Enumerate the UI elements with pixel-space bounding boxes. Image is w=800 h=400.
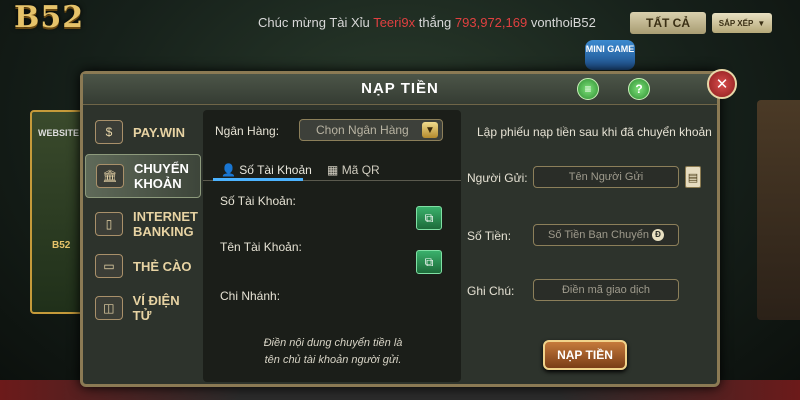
- winner-ticker: Chúc mừng Tài Xỉu Teeri9x thắng 793,972,…: [258, 15, 596, 30]
- deposit-modal: NẠP TIỀN ≡ ? ✕ $ PAY.WIN 🏛 CHUYỂN KHOẢN …: [80, 69, 737, 387]
- sidebar-item-label: INTERNET BANKING: [133, 209, 198, 239]
- note-input[interactable]: Điền mã giao dịch: [533, 279, 679, 301]
- transfer-note-line2: tên chủ tài khoản người gửi.: [264, 354, 402, 366]
- ticker-amount: 793,972,169: [454, 15, 528, 30]
- ticker-user: Teeri9x: [373, 15, 416, 30]
- tab-label: Mã QR: [341, 163, 380, 177]
- e-wallet-icon: ◫: [95, 296, 123, 320]
- bank-icon: 🏛: [96, 164, 124, 188]
- tab-label: Số Tài Khoản: [239, 163, 312, 177]
- qr-icon: ▦: [327, 163, 339, 177]
- game-tile-left: WEBSITE B52: [30, 110, 84, 314]
- phone-icon: ▯: [95, 212, 123, 236]
- copy-account-number-button[interactable]: ⧉: [416, 206, 442, 230]
- card-icon: ▭: [95, 254, 123, 278]
- filter-all-button[interactable]: TẤT CẢ: [630, 12, 706, 34]
- chevron-down-icon: ▼: [757, 18, 766, 28]
- note-input-placeholder: Điền mã giao dịch: [561, 284, 651, 296]
- sidebar-item-label: PAY.WIN: [133, 124, 186, 140]
- modal-header: NẠP TIỀN ≡ ?: [83, 74, 717, 105]
- clipboard-icon[interactable]: ▤: [685, 166, 701, 188]
- mini-game-button[interactable]: MINI GAME: [585, 40, 635, 70]
- submit-label: NẠP TIỀN: [557, 348, 613, 362]
- sidebar-item-the-cao[interactable]: ▭ THẺ CÀO: [85, 246, 201, 286]
- bank-label: Ngân Hàng:: [215, 124, 280, 138]
- note-label: Ghi Chú:: [467, 284, 515, 298]
- account-name-label: Tên Tài Khoản:: [220, 240, 302, 254]
- sender-input[interactable]: Tên Người Gửi: [533, 166, 679, 188]
- user-icon: 👤: [221, 163, 236, 177]
- sidebar-item-label: CHUYỂN KHOẢN: [134, 161, 189, 191]
- game-tile-right: [757, 100, 800, 320]
- tab-so-tai-khoan[interactable]: 👤 Số Tài Khoản: [221, 163, 312, 177]
- tile-website-label: WEBSITE: [38, 128, 80, 138]
- help-icon[interactable]: ?: [628, 78, 650, 100]
- close-icon: ✕: [715, 76, 729, 93]
- account-number-label: Số Tài Khoản:: [220, 194, 296, 208]
- sidebar-item-vi-dien-tu[interactable]: ◫ VÍ ĐIỆN TỬ: [85, 288, 201, 328]
- sender-input-placeholder: Tên Người Gửi: [568, 171, 644, 183]
- bank-select-value: Chọn Ngân Hàng: [316, 123, 409, 137]
- sidebar-item-internet-banking[interactable]: ▯ INTERNET BANKING: [85, 202, 201, 246]
- list-icon[interactable]: ≡: [577, 78, 599, 100]
- ticker-user2: vonthoiB52: [530, 15, 596, 30]
- amount-label: Số Tiền:: [467, 229, 512, 243]
- transfer-note: Điền nội dung chuyển tiền là tên chủ tài…: [211, 335, 455, 369]
- amount-input[interactable]: Số Tiền Bạn Chuyển Đ: [533, 224, 679, 246]
- copy-account-name-button[interactable]: ⧉: [416, 250, 442, 274]
- sidebar-item-label: VÍ ĐIỆN TỬ: [132, 293, 180, 323]
- transfer-note-line1: Điền nội dung chuyển tiền là: [263, 337, 403, 349]
- submit-deposit-button[interactable]: NẠP TIỀN: [543, 340, 627, 370]
- sender-label: Người Gửi:: [467, 171, 528, 185]
- modal-title: NẠP TIỀN: [361, 80, 439, 97]
- sidebar-item-chuyen-khoan[interactable]: 🏛 CHUYỂN KHOẢN: [85, 154, 201, 198]
- ticker-verb: thắng: [418, 15, 452, 30]
- close-button[interactable]: ✕: [707, 69, 737, 99]
- sidebar-item-paywin[interactable]: $ PAY.WIN: [85, 112, 201, 152]
- tab-ma-qr[interactable]: ▦ Mã QR: [327, 163, 380, 177]
- copy-icon: ⧉: [424, 210, 434, 225]
- sort-label: SẮP XẾP: [718, 18, 754, 28]
- help-icon-glyph: ?: [635, 82, 643, 96]
- amount-input-placeholder: Số Tiền Bạn Chuyển: [548, 229, 649, 241]
- sort-button[interactable]: SẮP XẾP ▼: [712, 13, 772, 33]
- branch-label: Chi Nhánh:: [220, 289, 281, 303]
- currency-suffix: Đ: [651, 229, 664, 241]
- payment-method-sidebar: $ PAY.WIN 🏛 CHUYỂN KHOẢN ▯ INTERNET BANK…: [85, 110, 201, 380]
- tab-active-indicator: [213, 178, 303, 181]
- copy-icon: ⧉: [424, 254, 434, 269]
- sidebar-item-label: THẺ CÀO: [133, 258, 192, 274]
- bank-select[interactable]: Chọn Ngân Hàng ▼: [299, 119, 443, 141]
- chevron-down-icon: ▼: [422, 122, 438, 138]
- ticker-prefix: Chúc mừng Tài Xỉu: [258, 15, 370, 30]
- tile-b52-label: B52: [52, 240, 71, 251]
- app-logo: B52: [14, 0, 85, 35]
- wallet-icon: $: [95, 120, 123, 144]
- form-heading: Lập phiếu nạp tiền sau khi đã chuyển kho…: [477, 125, 712, 139]
